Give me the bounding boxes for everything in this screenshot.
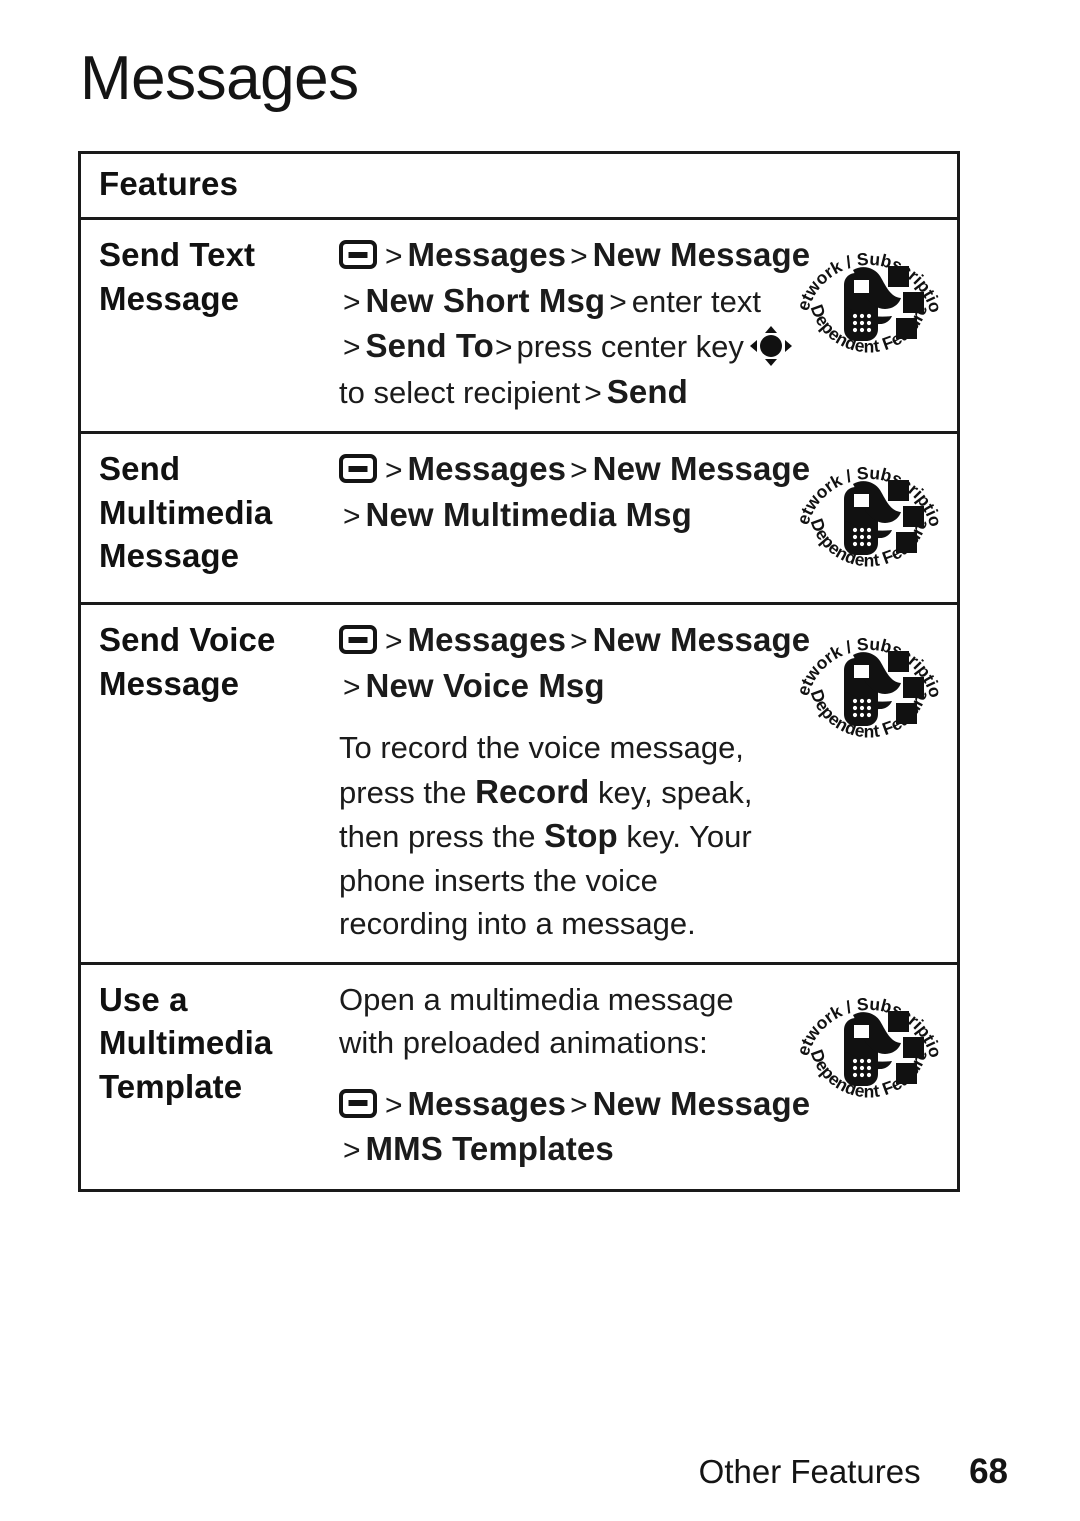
features-table: Features Send Text Message > Messages > New M…	[78, 151, 960, 1192]
step-chevron: >	[385, 625, 403, 658]
step-line: > Messages > New Message	[339, 233, 810, 279]
step-chevron: >	[494, 331, 513, 364]
menu-item-text: Messages	[407, 621, 567, 658]
step-line: > Messages > New Message	[339, 447, 810, 493]
menu-item-text: New Message	[592, 236, 811, 273]
step-chevron: >	[343, 670, 361, 704]
step-chevron: >	[343, 285, 361, 319]
network-subscription-dependent-feature-icon: Network / Subscription Dependent Feature	[793, 975, 945, 1125]
step-line: > Send To> press center key	[339, 324, 792, 370]
feature-steps-cell: > Messages > New Message > New Voice Msg To re…	[339, 605, 810, 962]
menu-item-text: New Short Msg	[365, 281, 606, 319]
menu-item-text: New Multimedia Msg	[365, 495, 692, 533]
instruction-text: Open a multimedia message with preloaded…	[339, 981, 734, 1061]
feature-name-line: Multimedia	[99, 1024, 273, 1061]
menu-item-text: New Message	[592, 621, 811, 658]
instruction-text: press center key	[516, 329, 744, 364]
step-chevron: >	[584, 376, 602, 410]
feature-badge-cell: Network / Subscription Dependent Feature	[789, 220, 957, 388]
page-title: Messages	[80, 44, 359, 113]
table-body: Send Text Message > Messages > New Message > Ne…	[81, 220, 957, 1189]
feature-name-line: Message	[99, 664, 240, 702]
menu-key-icon	[339, 240, 377, 269]
feature-name-line: Template	[99, 1067, 243, 1105]
feature-name-line: Send	[99, 450, 181, 487]
feature-name-line: Use a	[99, 980, 188, 1018]
menu-key-icon	[339, 625, 377, 654]
step-chevron: >	[570, 240, 588, 273]
step-line: > New Short Msg > enter text	[339, 279, 785, 325]
feature-name-line: Send Voice	[99, 621, 276, 658]
step-chevron: >	[609, 285, 627, 319]
menu-key-icon	[339, 454, 377, 483]
table-row: Send Voice Message > Messages > New Message > N…	[81, 605, 957, 965]
feature-name-line: Message	[99, 279, 240, 317]
feature-intro-text: Open a multimedia message with preloaded…	[339, 978, 785, 1065]
network-subscription-dependent-feature-icon: Network / Subscription Dependent Feature	[793, 444, 945, 594]
feature-badge-cell: Network / Subscription Dependent Feature	[789, 434, 957, 602]
feature-steps-cell: Open a multimedia message with preloaded…	[339, 965, 810, 1189]
feature-name-line: Multimedia	[99, 493, 273, 531]
table-header-label: Features	[99, 165, 239, 202]
step-chevron: >	[385, 454, 403, 487]
table-row: Use a Multimedia Template Open a multimedia…	[81, 965, 957, 1189]
table-header-row: Features	[81, 154, 957, 220]
feature-description-text: To record the voice message, press the R…	[339, 726, 785, 946]
network-subscription-dependent-feature-icon: Network / Subscription Dependent Feature	[793, 615, 945, 765]
step-line: > Messages > New Message	[339, 1082, 810, 1128]
center-navigation-key-icon	[749, 326, 792, 366]
step-chevron: >	[343, 499, 361, 533]
table-row: Send Text Message > Messages > New Message > Ne…	[81, 220, 957, 434]
feature-badge-cell: Network / Subscription Dependent Feature	[789, 965, 957, 1133]
menu-key-icon	[339, 1088, 377, 1118]
page-number: 68	[969, 1452, 1008, 1491]
table-row: Send Multimedia Message > Messages > New Messa…	[81, 434, 957, 605]
menu-item-text: New Message	[592, 1084, 811, 1122]
step-chevron: >	[385, 1088, 403, 1122]
feature-name-cell: Send Multimedia Message	[81, 434, 339, 594]
menu-item-text: Send	[606, 372, 688, 410]
instruction-text: enter text	[631, 283, 761, 319]
feature-steps-cell: > Messages > New Message > New Short Msg > ente…	[339, 220, 810, 431]
menu-item-text: MMS Templates	[365, 1130, 614, 1167]
menu-item-text: New Message	[592, 450, 811, 487]
feature-name-cell: Send Text Message	[81, 220, 339, 336]
feature-name-line: Message	[99, 537, 240, 574]
feature-steps-cell: > Messages > New Message > New Multimedia Msg	[339, 434, 810, 554]
menu-item-text: Record	[475, 772, 590, 810]
step-line: > New Voice Msg	[339, 664, 785, 710]
step-chevron: >	[570, 454, 588, 487]
step-line: > Messages > New Message	[339, 618, 810, 664]
menu-item-text: Send To	[365, 327, 494, 364]
step-line: > MMS Templates	[339, 1127, 785, 1173]
instruction-text: to select recipient	[339, 374, 581, 410]
step-line: to select recipient > Send	[339, 370, 785, 416]
step-chevron: >	[343, 1134, 361, 1167]
step-chevron: >	[570, 625, 588, 658]
footer-section-label: Other Features	[698, 1453, 921, 1490]
menu-item-text: Messages	[407, 1084, 567, 1122]
network-subscription-dependent-feature-icon: Network / Subscription Dependent Feature	[793, 230, 945, 380]
feature-name-cell: Send Voice Message	[81, 605, 339, 721]
step-line: > New Multimedia Msg	[339, 493, 785, 539]
feature-name-cell: Use a Multimedia Template	[81, 965, 339, 1125]
feature-badge-cell: Network / Subscription Dependent Feature	[789, 605, 957, 773]
feature-name-line: Send Text	[99, 236, 256, 273]
step-chevron: >	[570, 1088, 588, 1122]
page-footer: Other Features 68	[0, 1452, 1080, 1492]
step-chevron: >	[343, 331, 361, 364]
menu-item-text: Messages	[407, 450, 567, 487]
menu-item-text: Messages	[407, 236, 567, 273]
menu-item-text: Stop	[544, 817, 618, 854]
menu-item-text: New Voice Msg	[365, 666, 605, 704]
step-chevron: >	[385, 240, 403, 273]
